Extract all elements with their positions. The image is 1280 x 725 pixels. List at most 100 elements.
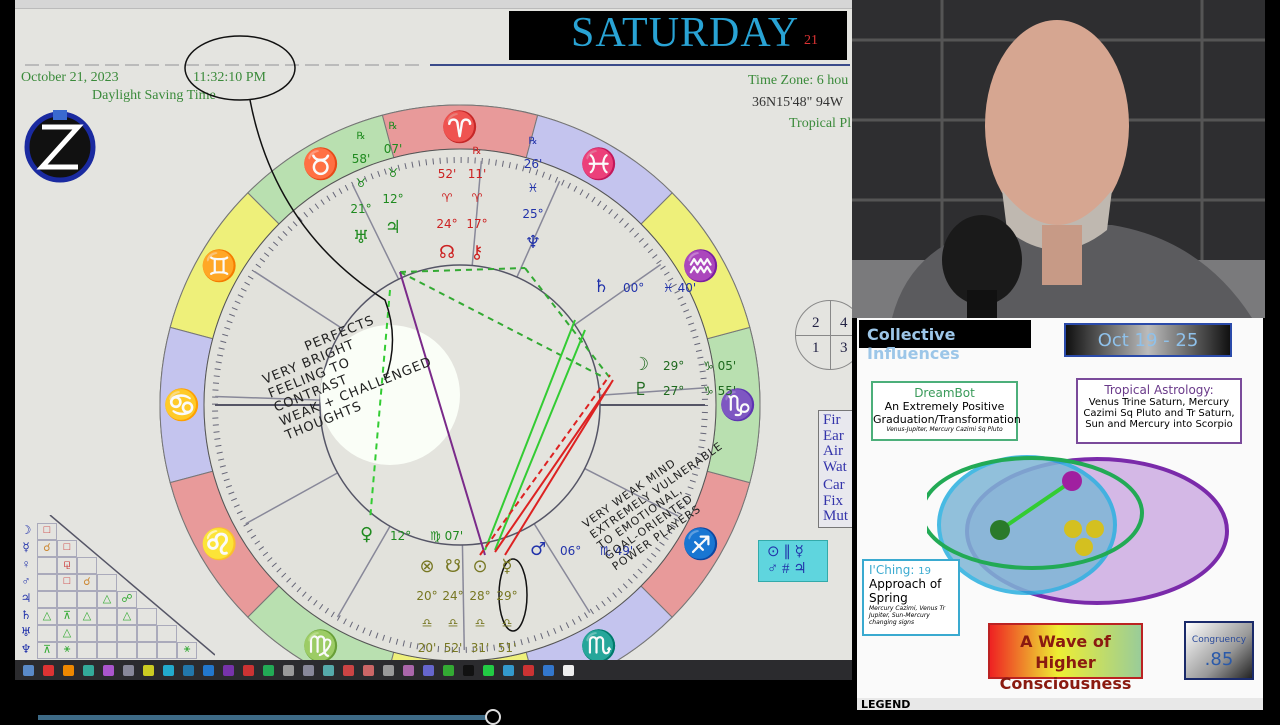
modality-mutable: Mut (823, 508, 849, 524)
planet-position-text: 07' (384, 142, 403, 156)
taskbar-app-icon[interactable] (263, 664, 274, 676)
taskbar-app-icon[interactable] (103, 664, 114, 676)
taskbar-app-icon[interactable] (463, 664, 474, 676)
aspect-grid-cell: ⚼ (57, 557, 77, 574)
taskbar-app-icon[interactable] (403, 664, 414, 676)
taskbar-app-icon[interactable] (563, 664, 574, 676)
taskbar-app-icon[interactable] (423, 664, 434, 676)
aspect-grid-row: ♆ ⊼ ⚹ ⚹ (15, 642, 197, 659)
video-progress-bar[interactable] (38, 715, 493, 720)
planet-position-text: ♈ (442, 191, 453, 205)
taskbar-app-icon[interactable] (23, 664, 34, 676)
planet-glyph: ♃ (385, 217, 401, 238)
aspect-grid-cell (77, 557, 97, 574)
aspect-grid-cell (157, 625, 177, 642)
aspect-grid-planet: ♀ (21, 557, 31, 571)
taskbar-app-icon[interactable] (83, 664, 94, 676)
quadrant-value: 2 (812, 315, 820, 331)
aspect-grid-cell (37, 625, 57, 642)
aspect-grid-row: ☿ ☌ □ (15, 540, 77, 557)
taskbar-app-icon[interactable] (303, 664, 314, 676)
planet-position-text: ♉ (356, 176, 367, 190)
element-fire: Fir (823, 412, 841, 428)
aspect-grid-cell: ☍ (117, 591, 137, 608)
aspect-grid-planet: ☽ (20, 523, 32, 537)
taskbar-app-icon[interactable] (163, 664, 174, 676)
webcam-feed (852, 0, 1265, 318)
taskbar-app-icon[interactable] (443, 664, 454, 676)
retrograde-marker: ℞ (473, 146, 482, 157)
taskbar-app-icon[interactable] (383, 664, 394, 676)
aspect-grid-cell: ⚹ (57, 642, 77, 659)
taskbar-app-icon[interactable] (123, 664, 134, 676)
element-earth: Ear (823, 427, 844, 444)
retrograde-marker: ℞ (529, 136, 538, 147)
aspect-grid-cell (57, 591, 77, 608)
planet-glyph: ♄ (593, 276, 609, 297)
venn-diagram (927, 455, 1229, 605)
taskbar-app-icon[interactable] (343, 664, 354, 676)
taskbar-app-icon[interactable] (543, 664, 554, 676)
aspect-grid-cell: ⚹ (177, 642, 197, 659)
modality-fixed: Fix (823, 492, 844, 509)
congruency-box: Congruency .85 (1184, 621, 1254, 680)
planet-position-text: 28° (469, 589, 490, 603)
taskbar-app-icon[interactable] (283, 664, 294, 676)
planet-position-text: ♑ 55' (703, 384, 736, 398)
aspect-grid-planet: ♅ (20, 625, 32, 639)
iching-body: Approach of Spring (869, 577, 942, 605)
planet-position-text: 20° (416, 589, 437, 603)
planet-position-text: 52' (444, 641, 463, 655)
aspect-grid-cell (37, 591, 57, 608)
quadrant-value: 3 (840, 340, 848, 356)
taskbar-app-icon[interactable] (143, 664, 154, 676)
theme-banner: A Wave of Higher Consciousness (988, 623, 1143, 693)
taskbar-app-icon[interactable] (323, 664, 334, 676)
planet-position-text: 06° (560, 544, 581, 558)
aspect-grid-row: ♅ △ (15, 625, 177, 642)
aspect-grid-cell (117, 625, 137, 642)
taskbar-app-icon[interactable] (183, 664, 194, 676)
aspect-grid-cell (97, 608, 117, 625)
planet-position-text: 24° (442, 589, 463, 603)
aspect-grid-cell (77, 625, 97, 642)
taskbar-app-icon[interactable] (223, 664, 234, 676)
planet-position-text: ♎ (422, 616, 433, 630)
planet-glyph: ☋ (445, 556, 461, 577)
taskbar-app-icon[interactable] (363, 664, 374, 676)
aspect-grid-cell: ⊼ (57, 608, 77, 625)
taskbar-app-icon[interactable] (523, 664, 534, 676)
planet-position-text: 29° (663, 359, 684, 373)
congruency-value: .85 (1204, 649, 1234, 670)
taskbar-app-icon[interactable] (203, 664, 214, 676)
element-water: Wat (823, 458, 847, 475)
aspect-grid-cell: □ (37, 523, 57, 540)
planet-position-text: 00° (623, 281, 644, 295)
planet-position-text: 12° (390, 529, 411, 543)
sign-glyph-sagittarius: ♐ (682, 526, 719, 561)
aspect-grid-row: ♄ △ ⊼ △ △ (15, 608, 157, 625)
astrology-heading: Tropical Astrology: (1104, 383, 1214, 397)
dreambot-body: An Extremely Positive Graduation/Transfo… (873, 400, 1021, 426)
planet-position-text: ♓ (528, 181, 539, 195)
aspect-grid-cell: □ (57, 574, 77, 591)
taskbar-app-icon[interactable] (243, 664, 254, 676)
dreambot-sub: Venus-Jupiter, Mercury Cazimi Sq Pluto (886, 426, 1003, 433)
video-scrubber-handle[interactable] (485, 709, 501, 725)
taskbar-app-icon[interactable] (503, 664, 514, 676)
planet-position-text: 12° (382, 192, 403, 206)
planet-position-text: ♑ 05' (703, 359, 736, 373)
aspect-grid-row: ♃ △ ☍ (15, 591, 137, 608)
aspect-grid-cell (137, 608, 157, 625)
modality-cardinal: Car (823, 477, 845, 493)
planet-glyph: ♇ (633, 379, 649, 400)
taskbar-app-icon[interactable] (483, 664, 494, 676)
annotation-loop (184, 35, 296, 101)
parallels-box: ⊙ ∥ ☿ ♂ # ♃ (758, 540, 828, 582)
aspect-grid-cell: △ (97, 591, 117, 608)
taskbar-app-icon[interactable] (43, 664, 54, 676)
planet-position-text: 26' (524, 157, 543, 171)
planet-position-text: ♉ (388, 166, 399, 180)
taskbar-app-icon[interactable] (63, 664, 74, 676)
taskbar (15, 660, 852, 680)
